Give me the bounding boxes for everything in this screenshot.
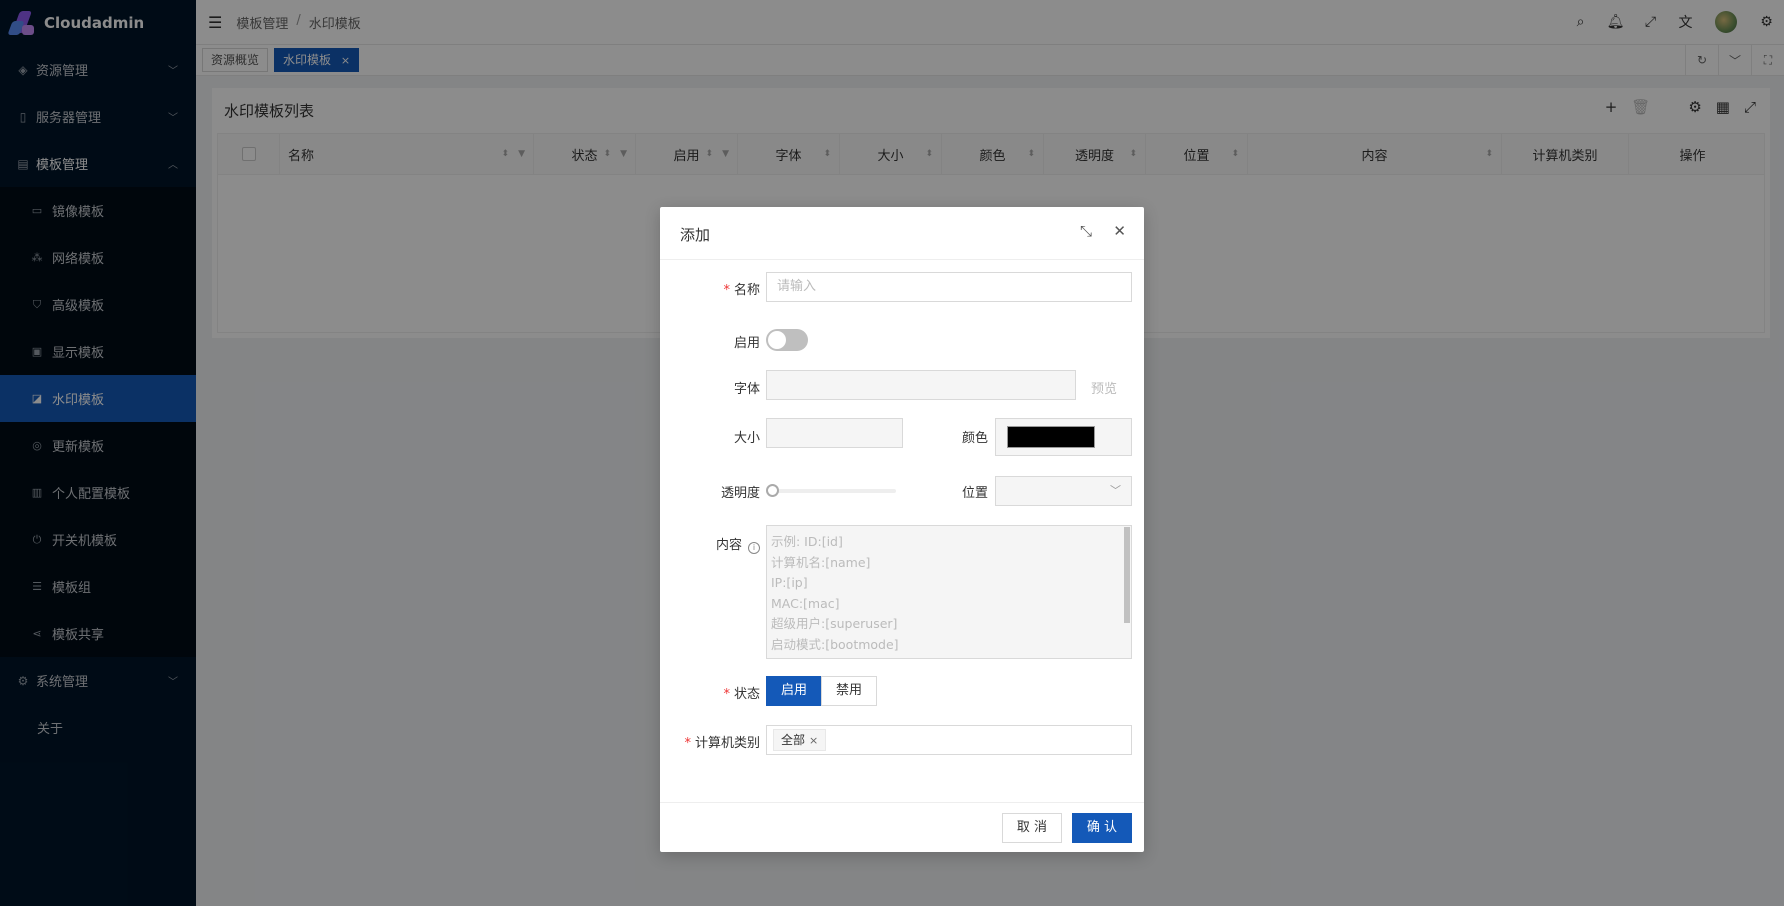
modal-footer: 取 消 确 认 — [660, 802, 1144, 852]
confirm-button[interactable]: 确 认 — [1072, 813, 1132, 843]
required-mark: * — [684, 736, 691, 751]
placeholder-line: 超级用户:[superuser] — [771, 616, 898, 631]
switch-knob — [768, 331, 786, 349]
field-label-enabled: 启用 — [733, 336, 760, 351]
opacity-slider-handle[interactable] — [766, 484, 779, 497]
field-label-computer-type: * 计算机类别 — [684, 732, 760, 751]
color-picker[interactable] — [995, 418, 1132, 456]
placeholder-text: 请输入 — [777, 279, 817, 294]
font-preview-link[interactable]: 预览 — [1091, 378, 1117, 397]
form-row-computer-type: * 计算机类别 全部 × — [660, 725, 1144, 757]
label-text: 名称 — [733, 283, 760, 298]
label-text: 状态 — [733, 687, 760, 702]
opacity-slider-track[interactable] — [770, 489, 896, 493]
computer-type-select[interactable]: 全部 × — [766, 725, 1132, 755]
content-textarea[interactable]: 示例: ID:[id] 计算机名:[name] IP:[ip] MAC:[mac… — [766, 525, 1132, 659]
status-option-disabled[interactable]: 禁用 — [821, 676, 877, 706]
add-watermark-modal: 添加 ⤡ ✕ *名称 请输入 启用 字体 预览 大小 颜色 透明度 位置 ﹀ — [660, 207, 1144, 852]
status-option-enabled[interactable]: 启用 — [766, 676, 822, 706]
size-input[interactable] — [766, 418, 903, 448]
modal-title: 添加 — [680, 226, 711, 244]
selected-tag: 全部 × — [773, 729, 827, 751]
form-row-content: 内容 i 示例: ID:[id] 计算机名:[name] IP:[ip] MAC:… — [660, 525, 1144, 659]
cancel-button[interactable]: 取 消 — [1002, 813, 1062, 843]
tag-label: 全部 — [781, 733, 806, 747]
info-icon[interactable]: i — [748, 542, 760, 554]
close-icon[interactable]: ✕ — [1113, 222, 1126, 240]
field-label-font: 字体 — [733, 382, 760, 397]
field-label-status: * 状态 — [723, 683, 760, 702]
field-label-size: 大小 — [733, 431, 760, 446]
placeholder-line: 示例: ID:[id] — [771, 534, 843, 549]
field-label-name: * 名称 — [723, 279, 760, 298]
form-row-status: * 状态 启用 禁用 — [660, 676, 1144, 708]
form-row-name: * 名称 请输入 — [660, 272, 1144, 304]
field-label-position: 位置 — [961, 486, 988, 501]
name-input[interactable]: 请输入 — [766, 272, 1132, 302]
placeholder-line: 计算机名:[name] — [771, 554, 871, 570]
placeholder-line: 启动模式:[bootmode] — [771, 636, 899, 652]
position-select[interactable]: ﹀ — [995, 476, 1132, 506]
form-row-size-color: 大小 颜色 — [660, 418, 1144, 456]
textarea-scrollbar[interactable] — [1124, 527, 1130, 623]
color-swatch — [1007, 426, 1095, 448]
font-input[interactable] — [766, 370, 1076, 400]
label-text: 计算机类别 — [694, 736, 760, 751]
required-mark: * — [723, 283, 730, 298]
label-text: 内容 — [715, 538, 742, 553]
placeholder-line: IP:[ip] — [771, 575, 808, 590]
modal-header: 添加 ⤡ ✕ — [660, 207, 1144, 260]
form-row-opacity-position: 透明度 位置 ﹀ — [660, 476, 1144, 506]
field-label-opacity: 透明度 — [720, 486, 760, 501]
modal-fullscreen-icon[interactable]: ⤡ — [1080, 222, 1092, 240]
chevron-down-icon: ﹀ — [1110, 484, 1121, 497]
form-row-font: 字体 预览 — [660, 370, 1144, 402]
form-row-enabled: 启用 — [660, 325, 1144, 355]
enabled-switch[interactable] — [766, 329, 808, 351]
field-label-content: 内容 i — [716, 534, 760, 554]
required-mark: * — [723, 687, 730, 702]
placeholder-line: MAC:[mac] — [771, 595, 840, 611]
field-label-color: 颜色 — [961, 431, 988, 446]
tag-close-icon[interactable]: × — [809, 734, 818, 747]
